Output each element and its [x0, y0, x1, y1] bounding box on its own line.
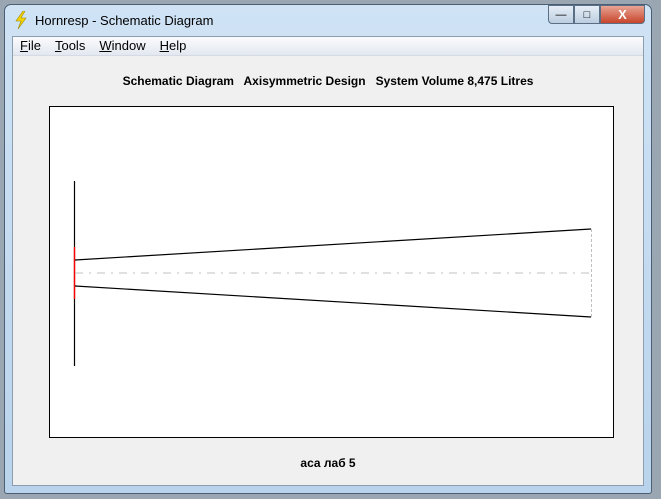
lightning-app-icon: [15, 11, 27, 29]
close-button[interactable]: X: [600, 5, 645, 24]
menu-help-label: elp: [168, 38, 187, 53]
menu-window-accel: W: [99, 38, 112, 53]
menu-tools-label: ools: [61, 38, 86, 53]
menu-file-accel: F: [20, 38, 28, 53]
maximize-icon: □: [583, 8, 591, 21]
menu-file[interactable]: File: [20, 37, 41, 55]
title-bar[interactable]: Hornresp - Schematic Diagram — □ X: [5, 5, 651, 35]
horn-upper-wall: [74, 228, 592, 261]
close-icon: X: [618, 7, 627, 22]
window-title: Hornresp - Schematic Diagram: [35, 13, 214, 28]
menu-tools[interactable]: Tools: [55, 37, 85, 55]
menu-help[interactable]: Help: [160, 37, 187, 55]
minimize-icon: —: [555, 8, 567, 21]
app-window: Hornresp - Schematic Diagram — □ X File …: [4, 4, 652, 494]
horn-lower-wall: [74, 285, 592, 318]
menu-window[interactable]: Window: [99, 37, 145, 55]
minimize-button[interactable]: —: [548, 5, 574, 24]
menu-help-accel: H: [159, 38, 169, 53]
menu-bar: File Tools Window Help: [13, 37, 643, 56]
schematic-canvas: [49, 106, 614, 438]
diagram-heading: Schematic Diagram Axisymmetric Design Sy…: [122, 74, 534, 88]
menu-file-label: ile: [27, 38, 41, 53]
diagram-footer-label: аса лаб 5: [300, 456, 356, 470]
maximize-button[interactable]: □: [574, 5, 600, 24]
client-area: File Tools Window Help Schematic Diagram…: [12, 36, 644, 486]
menu-window-label: indow: [111, 38, 146, 53]
